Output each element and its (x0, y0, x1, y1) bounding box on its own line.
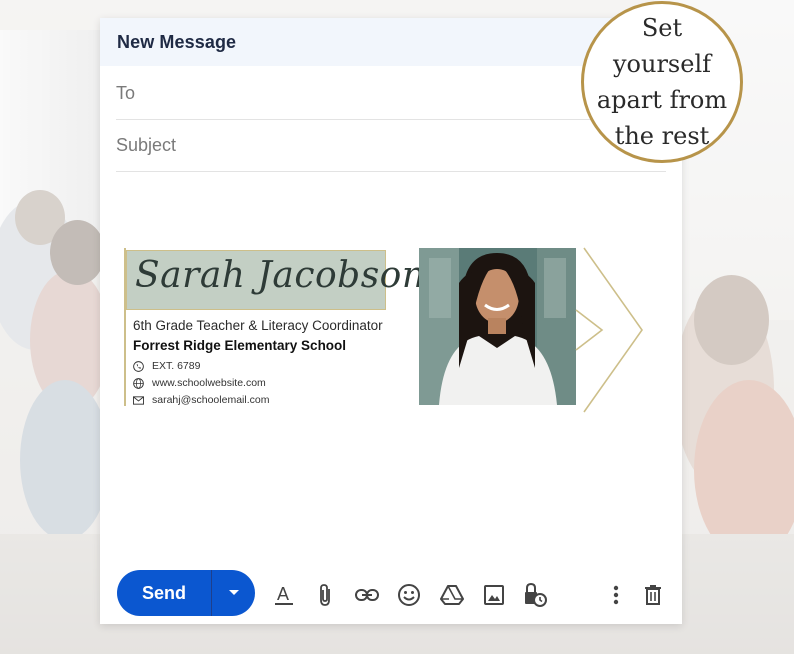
trash-icon[interactable] (640, 582, 666, 608)
signature-name-box: Sarah Jacobson (126, 250, 425, 310)
signature-email[interactable]: sarahj@schoolemail.com (152, 394, 269, 406)
signature-phone: EXT. 6789 (152, 360, 201, 372)
globe-icon (133, 377, 144, 389)
promo-badge-text: Set yourself apart from the rest (596, 14, 728, 150)
signature-school: Forrest Ridge Elementary School (133, 338, 347, 353)
image-icon[interactable] (481, 582, 507, 608)
signature-website[interactable]: www.schoolwebsite.com (152, 377, 266, 389)
signature-website-row: www.schoolwebsite.com (133, 377, 266, 389)
send-options-button[interactable] (212, 570, 255, 616)
drive-icon[interactable] (439, 582, 465, 608)
envelope-icon (133, 395, 144, 406)
confidential-icon[interactable] (522, 582, 548, 608)
email-signature: Sarah Jacobson 6th Grade Teacher & Liter… (124, 247, 644, 413)
emoji-icon[interactable] (396, 582, 422, 608)
compose-title: New Message (117, 31, 237, 52)
subject-label: Subject (116, 134, 177, 155)
svg-text:A: A (277, 584, 289, 604)
format-text-icon[interactable]: A (271, 582, 297, 608)
link-icon[interactable] (354, 582, 380, 608)
signature-role: 6th Grade Teacher & Literacy Coordinator (133, 318, 383, 333)
signature-photo (419, 248, 576, 405)
phone-icon (133, 360, 144, 372)
signature-name: Sarah Jacobson (135, 255, 426, 296)
send-button[interactable]: Send (117, 570, 255, 616)
attach-icon[interactable] (312, 582, 338, 608)
signature-email-row: sarahj@schoolemail.com (133, 394, 269, 406)
decorative-arrows (575, 247, 643, 413)
more-options-icon[interactable] (603, 582, 629, 608)
send-label[interactable]: Send (117, 570, 212, 616)
compose-toolbar: Send A (100, 546, 682, 624)
promo-badge: Set yourself apart from the rest (581, 1, 743, 163)
signature-phone-row: EXT. 6789 (133, 360, 200, 372)
to-label: To (116, 82, 136, 103)
subject-field[interactable]: Subject (116, 119, 666, 172)
caret-down-icon (228, 590, 239, 595)
